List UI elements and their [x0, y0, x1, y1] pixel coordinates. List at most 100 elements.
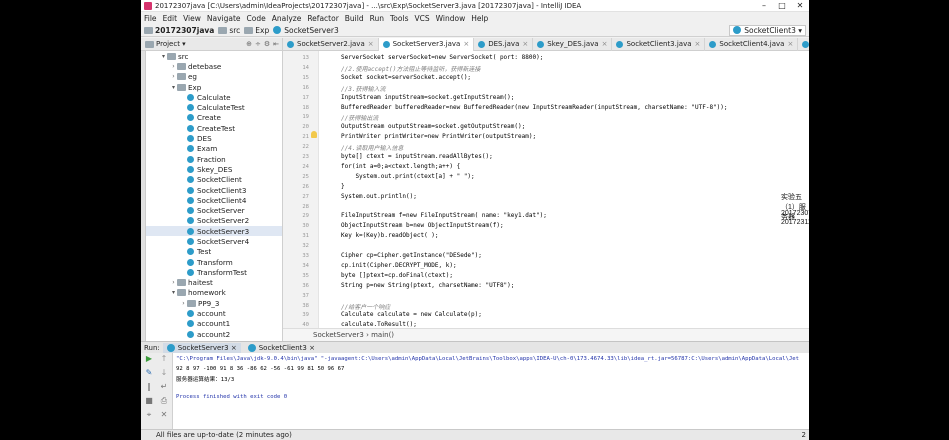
- tree-item[interactable]: Calculate: [146, 92, 282, 102]
- tree-item[interactable]: SocketClient: [146, 175, 282, 185]
- expand-arrow-icon[interactable]: ▾: [170, 289, 177, 296]
- editor-tab[interactable]: SocketServer2.java ×: [283, 37, 379, 51]
- code-line[interactable]: System.out.println();: [341, 193, 417, 200]
- code-line[interactable]: String p=new String(ptext, charsetName: …: [341, 282, 514, 289]
- menu-file[interactable]: File: [144, 14, 157, 23]
- tree-item[interactable]: SocketServer2: [146, 216, 282, 226]
- code-line[interactable]: //给客户一个响应: [341, 302, 390, 311]
- tree-item[interactable]: Create: [146, 113, 282, 123]
- hide-icon[interactable]: ⇤: [273, 40, 279, 48]
- down-icon[interactable]: ↓: [160, 369, 168, 377]
- menu-code[interactable]: Code: [247, 14, 266, 23]
- menu-refactor[interactable]: Refactor: [307, 14, 338, 23]
- close-tab-icon[interactable]: ×: [787, 40, 793, 48]
- nav-file[interactable]: SocketServer3: [273, 26, 339, 35]
- tree-item[interactable]: Skey_DES: [146, 164, 282, 174]
- pin-icon[interactable]: ⌖: [145, 411, 153, 419]
- tree-item[interactable]: ▾ Exp: [146, 82, 282, 92]
- locate-icon[interactable]: ⊕: [246, 40, 252, 48]
- collapse-arrow-icon[interactable]: ›: [170, 279, 177, 286]
- menu-analyze[interactable]: Analyze: [272, 14, 302, 23]
- menu-build[interactable]: Build: [345, 14, 364, 23]
- menu-run[interactable]: Run: [370, 14, 384, 23]
- code-line[interactable]: calculate.ToResult();: [341, 321, 417, 328]
- stop-icon[interactable]: ■: [145, 397, 153, 405]
- tree-item[interactable]: SocketClient4: [146, 195, 282, 205]
- menu-navigate[interactable]: Navigate: [207, 14, 241, 23]
- code-line[interactable]: //获得输出流: [341, 113, 378, 122]
- tree-item[interactable]: CreateTest: [146, 123, 282, 133]
- code-line[interactable]: FileInputStream f=new FileInputStream( n…: [341, 212, 547, 219]
- code-line[interactable]: PrintWriter printWriter=new PrintWriter(…: [341, 133, 536, 140]
- code-line[interactable]: InputStream inputStream=socket.getInputS…: [341, 94, 514, 101]
- tree-item[interactable]: › eg: [146, 72, 282, 82]
- close-tab-icon[interactable]: ×: [602, 40, 608, 48]
- wrap-icon[interactable]: ↵: [160, 383, 168, 391]
- pause-icon[interactable]: ‖: [145, 383, 153, 391]
- tree-item[interactable]: TransformTest: [146, 267, 282, 277]
- collapse-arrow-icon[interactable]: ›: [170, 73, 177, 80]
- code-line[interactable]: Key k=(Key)b.readObject( );: [341, 232, 439, 239]
- tree-item[interactable]: DES: [146, 133, 282, 143]
- code-line[interactable]: OutputStream outputStream=socket.getOutp…: [341, 123, 525, 130]
- tree-item[interactable]: Exam: [146, 144, 282, 154]
- run-console[interactable]: "C:\Program Files\Java\jdk-9.0.4\bin\jav…: [173, 353, 809, 429]
- collapse-arrow-icon[interactable]: ›: [170, 63, 177, 70]
- close-tab-icon[interactable]: ×: [522, 40, 528, 48]
- editor-tab[interactable]: DES.java ×: [474, 37, 534, 51]
- code-line[interactable]: Socket socket=serverSocket.accept();: [341, 74, 471, 81]
- code-line[interactable]: ObjectInputStream b=new ObjectInputStrea…: [341, 222, 504, 229]
- run-tab-server[interactable]: SocketServer3 ×: [162, 342, 241, 353]
- code-line[interactable]: byte []ptext=cp.doFinal(ctext);: [341, 272, 453, 279]
- code-line[interactable]: Cipher cp=Cipher.getInstance("DESede");: [341, 252, 482, 259]
- run-config-select[interactable]: SocketClient3 ▾: [729, 24, 806, 36]
- code-line[interactable]: ServerSocket serverSocket=new ServerSock…: [341, 54, 543, 61]
- up-icon[interactable]: ↑: [160, 355, 168, 363]
- code-line[interactable]: BufferedReader bufferedReader=new Buffer…: [341, 104, 728, 111]
- tree-item[interactable]: ▾ homework: [146, 288, 282, 298]
- tree-item[interactable]: Transform: [146, 257, 282, 267]
- close-tab-icon[interactable]: ×: [463, 40, 469, 48]
- editor-tab[interactable]: Skey_DES.java ×: [533, 37, 613, 51]
- close-icon[interactable]: ✕: [791, 1, 809, 10]
- collapse-arrow-icon[interactable]: ›: [180, 300, 187, 307]
- menu-vcs[interactable]: VCS: [414, 14, 429, 23]
- code-line[interactable]: //4.读取用户输入信息: [341, 143, 403, 152]
- close-tab-icon[interactable]: ×: [695, 40, 701, 48]
- wrench-icon[interactable]: ✎: [145, 369, 153, 377]
- code-line[interactable]: Calculate calculate = new Calculate(p);: [341, 311, 482, 318]
- code-line[interactable]: System.out.print(ctext[a] + " ");: [341, 173, 474, 180]
- rerun-icon[interactable]: ▶: [145, 355, 153, 363]
- tree-item[interactable]: account1: [146, 319, 282, 329]
- expand-arrow-icon[interactable]: ▾: [160, 53, 167, 60]
- tree-item[interactable]: Test: [146, 247, 282, 257]
- maximize-icon[interactable]: □: [773, 1, 791, 10]
- expand-arrow-icon[interactable]: ▾: [170, 84, 177, 91]
- menu-tools[interactable]: Tools: [390, 14, 408, 23]
- minimize-icon[interactable]: –: [755, 1, 773, 10]
- tree-item[interactable]: CalculateTest: [146, 102, 282, 112]
- gear-icon[interactable]: ⚙: [264, 40, 270, 48]
- project-panel-header[interactable]: Project ▾ ⊕ ÷ ⚙ ⇤: [141, 37, 283, 51]
- close-tab-icon[interactable]: ×: [368, 40, 374, 48]
- code-line[interactable]: //3.获得输入流: [341, 84, 385, 93]
- trash-icon[interactable]: ✕: [160, 411, 168, 419]
- code-line[interactable]: //2.使用accept()方法阻止等待监听，获得新连接: [341, 64, 480, 73]
- nav-package[interactable]: Exp: [244, 26, 269, 35]
- editor-tab[interactable]: SocketServer3.java ×: [378, 37, 475, 51]
- editor-breadcrumb[interactable]: SocketServer3 › main(): [283, 328, 809, 341]
- menu-help[interactable]: Help: [471, 14, 488, 23]
- menu-edit[interactable]: Edit: [163, 14, 178, 23]
- code-line[interactable]: cp.init(Cipher.DECRYPT_MODE, k);: [341, 262, 457, 269]
- tree-item[interactable]: › PP9_3: [146, 298, 282, 308]
- tree-item[interactable]: account: [146, 308, 282, 318]
- editor-tab[interactable]: SocketClient3.java ×: [612, 37, 706, 51]
- code-line[interactable]: }: [341, 183, 345, 190]
- tree-item[interactable]: SocketClient3: [146, 185, 282, 195]
- tree-item[interactable]: › detebase: [146, 61, 282, 71]
- run-tab-client[interactable]: SocketClient3 ×: [244, 343, 319, 353]
- tree-item[interactable]: ▾ src: [146, 51, 282, 61]
- tree-item[interactable]: account2: [146, 329, 282, 339]
- code-line[interactable]: byte[] ctext = inputStream.readAllBytes(…: [341, 153, 493, 160]
- tree-item[interactable]: SocketServer3: [146, 226, 282, 237]
